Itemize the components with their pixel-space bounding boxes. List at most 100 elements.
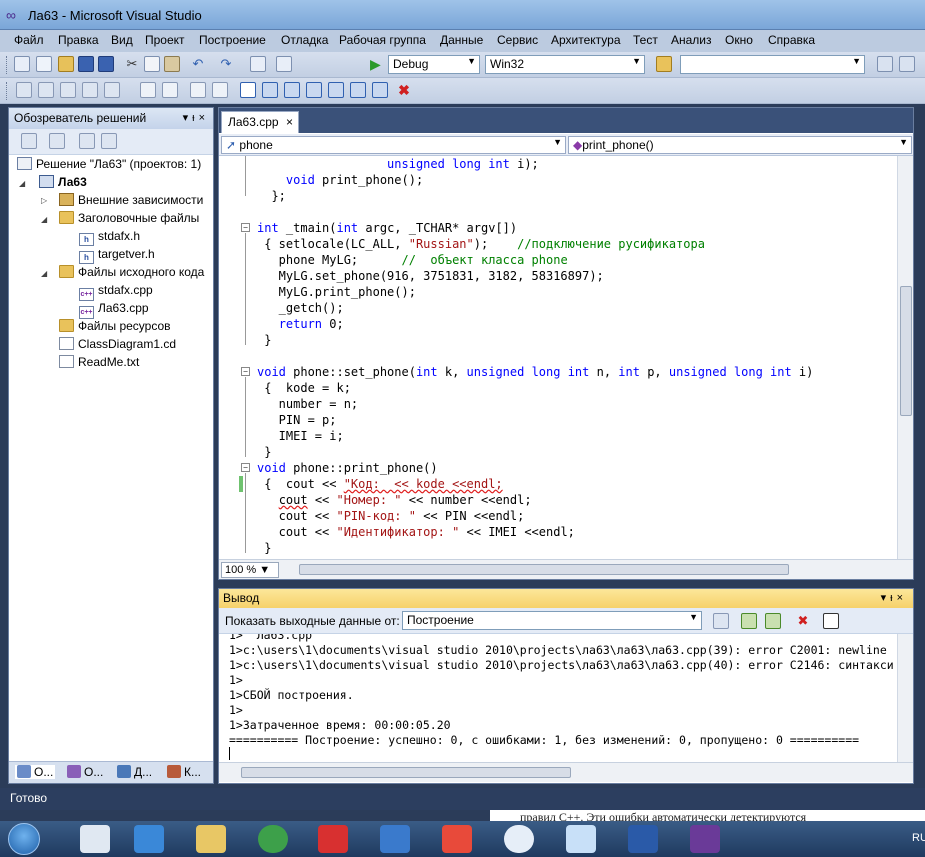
menu-architecture[interactable]: Архитектура [551, 33, 621, 47]
uncomment-icon[interactable] [212, 82, 228, 98]
menu-analyze[interactable]: Анализ [671, 33, 712, 47]
tree-item-main-cpp[interactable]: c++ Ла63.cpp [79, 301, 149, 319]
toolbar-grip[interactable] [6, 56, 9, 74]
horizontal-scroll-thumb[interactable] [299, 564, 789, 575]
navigate-forward-icon[interactable] [276, 56, 292, 72]
pane-menu-icon[interactable]: ▾ [183, 112, 193, 124]
go-to-next-message-icon[interactable] [765, 613, 781, 629]
scroll-thumb[interactable] [900, 286, 912, 416]
tab-property-manager[interactable]: Д... [117, 765, 152, 779]
tab-class-view[interactable]: К... [167, 765, 201, 779]
decrease-indent-icon[interactable] [140, 82, 156, 98]
find-message-in-code-icon[interactable] [713, 613, 729, 629]
explorer-icon[interactable] [196, 825, 226, 853]
next-bookmark-in-document-icon[interactable] [372, 82, 388, 98]
quick-info-icon[interactable] [60, 82, 76, 98]
tab-object-browser[interactable]: О... [67, 765, 103, 779]
menu-window[interactable]: Окно [725, 33, 753, 47]
member-select[interactable]: ◆print_phone() ▼ [568, 136, 912, 154]
tree-item-stdafx-h[interactable]: h stdafx.h [79, 229, 140, 246]
solution-configuration-select[interactable]: Debug ▼ [388, 55, 480, 74]
tree-item-readme[interactable]: ReadMe.txt [59, 355, 139, 372]
menu-project[interactable]: Проект [145, 33, 185, 47]
increase-indent-icon[interactable] [162, 82, 178, 98]
previous-bookmark-icon[interactable] [262, 82, 278, 98]
collapse-outline-icon[interactable]: − [241, 223, 250, 232]
tree-item-solution[interactable]: Решение "Ла63" (проектов: 1) [17, 157, 201, 174]
yandex-browser-icon[interactable] [318, 825, 348, 853]
tree-item-targetver-h[interactable]: h targetver.h [79, 247, 155, 264]
tree-item-source-files[interactable]: Файлы исходного кода [59, 265, 204, 282]
clear-bookmarks-icon[interactable]: ✖ [396, 82, 412, 98]
display-object-member-list-icon[interactable] [16, 82, 32, 98]
previous-bookmark-in-document-icon[interactable] [350, 82, 366, 98]
next-bookmark-in-folder-icon[interactable] [328, 82, 344, 98]
visual-studio-taskbar-icon[interactable] [690, 825, 720, 853]
collapse-outline-icon[interactable]: − [241, 463, 250, 472]
media-player-icon[interactable] [80, 825, 110, 853]
toggle-word-wrap-icon[interactable] [823, 613, 839, 629]
tree-item-class-diagram[interactable]: ClassDiagram1.cd [59, 337, 176, 354]
solution-explorer-icon[interactable] [877, 56, 893, 72]
comment-out-icon[interactable] [190, 82, 206, 98]
menu-help[interactable]: Справка [768, 33, 815, 47]
properties-icon[interactable] [21, 133, 37, 149]
properties-window-icon[interactable] [899, 56, 915, 72]
parameter-info-icon[interactable] [38, 82, 54, 98]
expand-arrow-icon[interactable]: ▷ [41, 196, 47, 205]
code-area[interactable]: unsigned long int i); void print_phone()… [219, 156, 897, 559]
copy-icon[interactable] [144, 56, 160, 72]
internet-explorer-icon[interactable] [134, 825, 164, 853]
find-in-files-icon[interactable] [656, 56, 672, 72]
menu-view[interactable]: Вид [111, 33, 133, 47]
word-icon[interactable] [628, 825, 658, 853]
cut-icon[interactable]: ✂ [124, 56, 140, 72]
close-icon[interactable]: × [286, 115, 293, 129]
paste-icon[interactable] [164, 56, 180, 72]
toggle-bookmark-icon[interactable] [240, 82, 256, 98]
previous-bookmark-in-folder-icon[interactable] [306, 82, 322, 98]
undo-icon[interactable]: ↶ [190, 56, 206, 72]
pane-menu-icon[interactable]: ▾ [881, 592, 891, 604]
output-text[interactable]: 1> Ла63.cpp 1>c:\users\1\documents\visua… [219, 634, 897, 762]
menu-file[interactable]: Файл [14, 33, 44, 47]
tab-solution-explorer[interactable]: О... [15, 765, 56, 779]
menu-tools[interactable]: Сервис [497, 33, 538, 47]
calendar-icon[interactable] [566, 825, 596, 853]
add-item-icon[interactable] [36, 56, 52, 72]
close-icon[interactable]: × [897, 592, 907, 604]
yandex-icon[interactable] [442, 825, 472, 853]
clear-all-icon[interactable]: ✖ [795, 613, 811, 629]
volume-icon[interactable] [380, 825, 410, 853]
start-button[interactable] [8, 823, 40, 855]
save-icon[interactable] [78, 56, 94, 72]
menu-edit[interactable]: Правка [58, 33, 99, 47]
format-icon[interactable] [104, 82, 120, 98]
refresh-icon[interactable] [79, 133, 95, 149]
class-select[interactable]: ➚ phone ▼ [221, 136, 566, 154]
output-source-select[interactable]: Построение ▼ [402, 611, 702, 630]
find-combo[interactable]: ▼ [680, 55, 865, 74]
collapse-arrow-icon[interactable]: ◢ [41, 269, 47, 278]
menu-debug[interactable]: Отладка [281, 33, 328, 47]
tree-item-stdafx-cpp[interactable]: c++ stdafx.cpp [79, 283, 153, 301]
save-all-icon[interactable] [98, 56, 114, 72]
redo-icon[interactable]: ↷ [218, 56, 234, 72]
zoom-select[interactable]: 100 % ▼ [221, 562, 279, 578]
tree-item-header-files[interactable]: Заголовочные файлы [59, 211, 199, 228]
new-project-icon[interactable] [14, 56, 30, 72]
start-debugging-icon[interactable]: ▶ [370, 56, 381, 73]
menu-test[interactable]: Тест [633, 33, 658, 47]
tree-item-project[interactable]: Ла63 [39, 175, 87, 192]
show-all-files-icon[interactable] [49, 133, 65, 149]
collapse-outline-icon[interactable]: − [241, 367, 250, 376]
toolbar-grip[interactable] [6, 82, 9, 100]
close-icon[interactable]: × [199, 112, 209, 124]
go-to-previous-message-icon[interactable] [741, 613, 757, 629]
next-bookmark-icon[interactable] [284, 82, 300, 98]
navigate-backward-icon[interactable] [250, 56, 266, 72]
collapse-arrow-icon[interactable]: ◢ [41, 215, 47, 224]
view-class-diagram-icon[interactable] [101, 133, 117, 149]
tab-main-cpp[interactable]: Ла63.cpp × [221, 111, 299, 133]
editor-vertical-scrollbar[interactable] [897, 156, 913, 559]
